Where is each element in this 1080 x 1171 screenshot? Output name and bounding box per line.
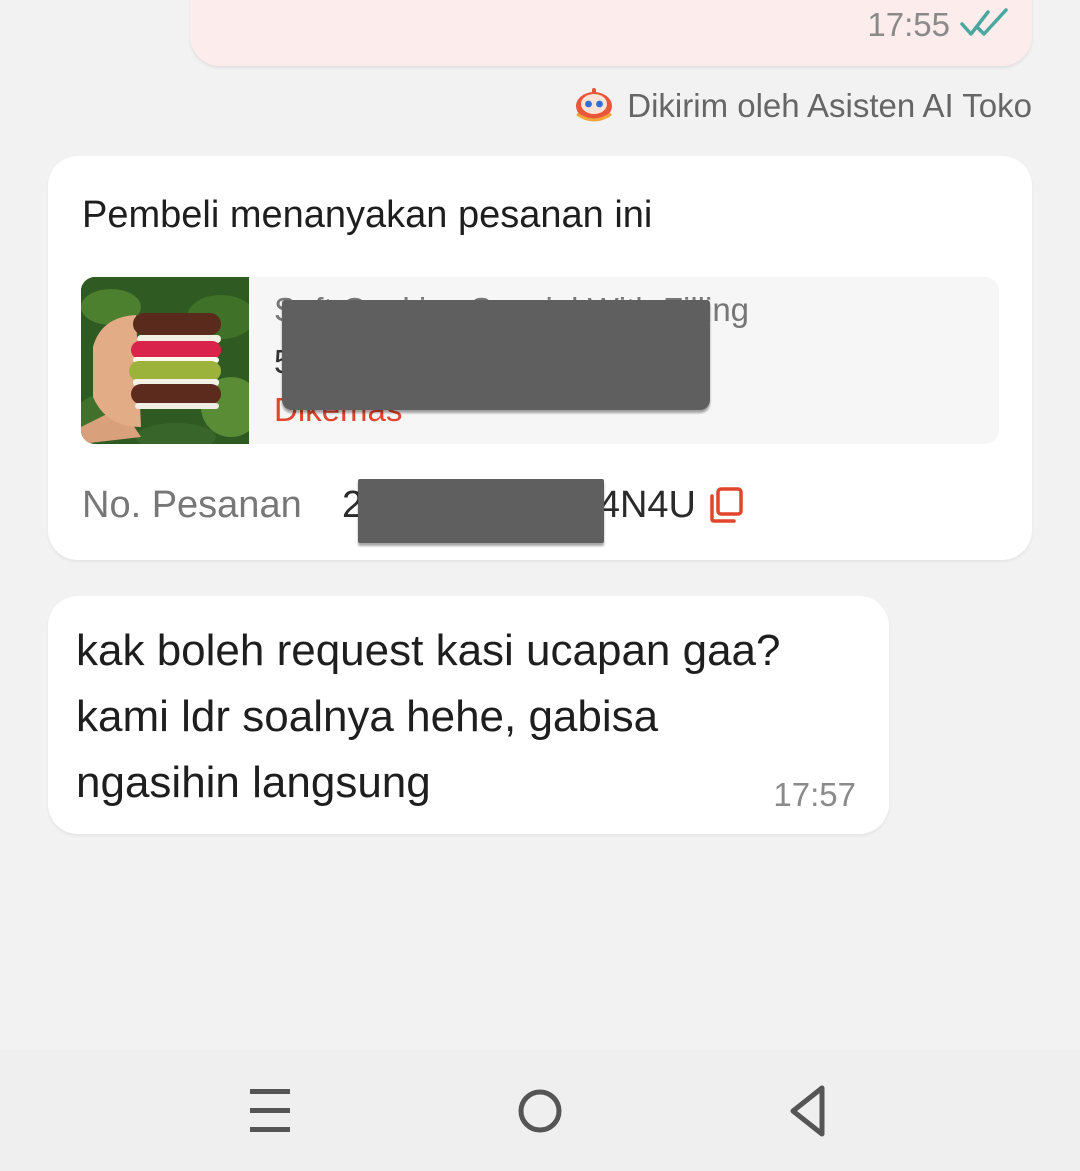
- received-message-text: kak boleh request kasi ucapan gaa? kami …: [76, 626, 781, 807]
- menu-icon[interactable]: [248, 1083, 292, 1144]
- system-navigation-bar: [0, 1050, 1080, 1171]
- double-check-icon: [960, 7, 1010, 43]
- redaction-block-product: [282, 300, 710, 410]
- sent-message-bubble[interactable]: 17:55: [190, 0, 1032, 66]
- ai-note-text: Dikirim oleh Asisten AI Toko: [627, 87, 1032, 124]
- sent-message-meta: 17:55: [867, 6, 1010, 44]
- received-message-time: 17:57: [773, 776, 856, 813]
- home-circle-icon[interactable]: [516, 1083, 564, 1144]
- copy-icon[interactable]: [708, 486, 744, 529]
- received-message-bubble[interactable]: kak boleh request kasi ucapan gaa? kami …: [48, 596, 889, 834]
- ai-assistant-robot-icon: [573, 86, 615, 127]
- ai-sent-note: Dikirim oleh Asisten AI Toko: [573, 84, 1032, 128]
- order-number-suffix: 4N4U: [598, 484, 696, 526]
- back-triangle-icon[interactable]: [786, 1083, 830, 1144]
- redaction-block-order-number: [358, 479, 604, 543]
- product-thumbnail: [81, 277, 261, 444]
- sent-message-time: 17:55: [867, 6, 950, 43]
- order-number-label: No. Pesanan: [82, 484, 302, 526]
- card-title: Pembeli menanyakan pesanan ini: [82, 194, 653, 236]
